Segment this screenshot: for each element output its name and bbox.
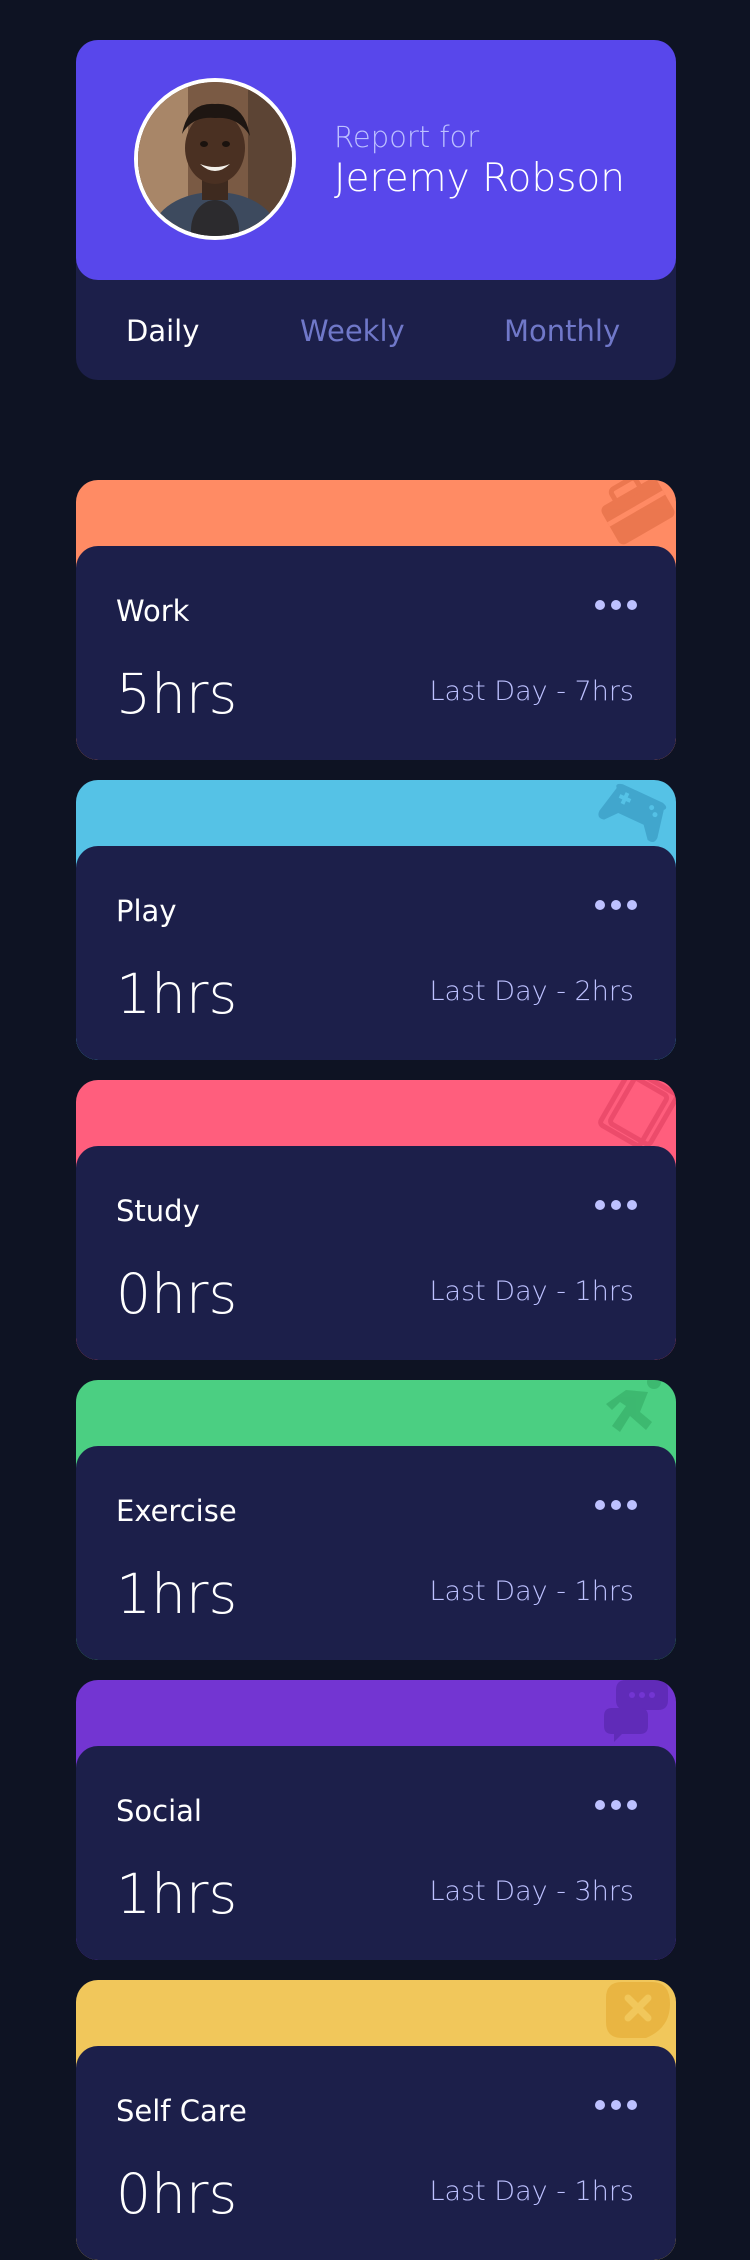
heart-care-icon [606, 1982, 670, 2038]
more-options-icon[interactable] [594, 898, 638, 912]
social-title: Social [116, 1794, 202, 1828]
exercise-card: Exercise 1hrs Last Day - 1hrs [76, 1380, 676, 1660]
work-current-hours: 5hrs [116, 662, 238, 726]
more-options-icon[interactable] [594, 598, 638, 612]
social-card-body[interactable]: Social 1hrs Last Day - 3hrs [76, 1746, 676, 1960]
exercise-previous-hours: Last Day - 1hrs [429, 1576, 634, 1607]
study-card-body[interactable]: Study 0hrs Last Day - 1hrs [76, 1146, 676, 1360]
more-options-icon[interactable] [594, 1198, 638, 1212]
tab-weekly[interactable]: Weekly [300, 314, 405, 348]
play-previous-hours: Last Day - 2hrs [429, 976, 634, 1007]
play-current-hours: 1hrs [116, 962, 238, 1026]
gamepad-icon [598, 783, 667, 843]
play-card-body[interactable]: Play 1hrs Last Day - 2hrs [76, 846, 676, 1060]
tab-monthly[interactable]: Monthly [504, 314, 620, 348]
avatar [134, 78, 296, 240]
report-for-label: Report for [334, 120, 480, 154]
play-title: Play [116, 894, 177, 928]
more-options-icon[interactable] [594, 2098, 638, 2112]
play-card: Play 1hrs Last Day - 2hrs [76, 780, 676, 1060]
study-current-hours: 0hrs [116, 1262, 238, 1326]
exercise-title: Exercise [116, 1494, 237, 1528]
exercise-card-body[interactable]: Exercise 1hrs Last Day - 1hrs [76, 1446, 676, 1660]
self-care-previous-hours: Last Day - 1hrs [429, 2176, 634, 2207]
book-icon [598, 1080, 676, 1148]
social-card: Social 1hrs Last Day - 3hrs [76, 1680, 676, 1960]
social-previous-hours: Last Day - 3hrs [429, 1876, 634, 1907]
work-card-body[interactable]: Work 5hrs Last Day - 7hrs [76, 546, 676, 760]
self-care-current-hours: 0hrs [116, 2162, 238, 2226]
chat-icon [604, 1680, 668, 1742]
timeframe-tabs: Daily Weekly Monthly [76, 280, 676, 380]
more-options-icon[interactable] [594, 1498, 638, 1512]
tab-daily[interactable]: Daily [126, 314, 199, 348]
self-care-card-body[interactable]: Self Care 0hrs Last Day - 1hrs [76, 2046, 676, 2260]
profile-card: Report for Jeremy Robson Daily Weekly Mo… [76, 40, 676, 380]
profile-header: Report for Jeremy Robson [76, 40, 676, 280]
work-title: Work [116, 594, 190, 628]
running-icon [606, 1380, 661, 1432]
user-name: Jeremy Robson [334, 156, 625, 201]
exercise-current-hours: 1hrs [116, 1562, 238, 1626]
study-card: Study 0hrs Last Day - 1hrs [76, 1080, 676, 1360]
social-current-hours: 1hrs [116, 1862, 238, 1926]
study-previous-hours: Last Day - 1hrs [429, 1276, 634, 1307]
work-previous-hours: Last Day - 7hrs [429, 676, 634, 707]
dashboard: Report for Jeremy Robson Daily Weekly Mo… [0, 0, 750, 2260]
work-card: Work 5hrs Last Day - 7hrs [76, 480, 676, 760]
self-care-title: Self Care [116, 2094, 247, 2128]
study-title: Study [116, 1194, 200, 1228]
self-care-card: Self Care 0hrs Last Day - 1hrs [76, 1980, 676, 2260]
more-options-icon[interactable] [594, 1798, 638, 1812]
briefcase-icon [601, 480, 675, 545]
